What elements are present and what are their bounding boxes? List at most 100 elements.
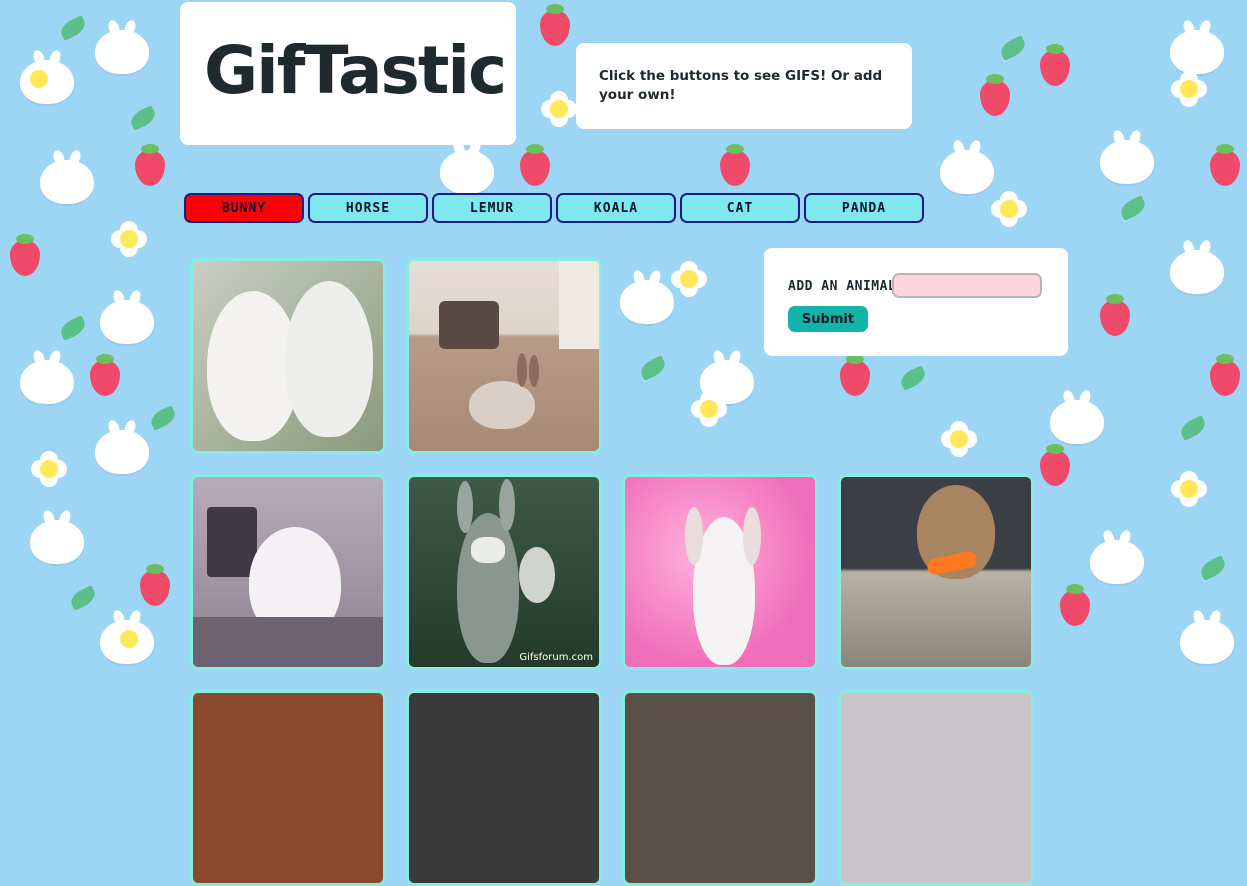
animal-button-lemur[interactable]: lemur [432,193,552,223]
gif-image [841,693,1031,883]
strawberry-decoration [90,354,120,396]
bunny-figure [285,281,373,437]
instructions-card: Click the buttons to see GIFS! Or add yo… [576,43,912,129]
strawberry-decoration [840,354,870,396]
gif-image [193,693,383,883]
animal-button-cat[interactable]: cat [680,193,800,223]
bunny-decoration [100,300,154,344]
bunny-ear [743,507,761,565]
leaf-decoration [1197,555,1229,581]
submit-button[interactable]: Submit [788,306,868,332]
animal-button-horse[interactable]: horse [308,193,428,223]
animal-button-bunny[interactable]: bunny [184,193,304,223]
animal-button-panda[interactable]: panda [804,193,924,223]
bunny-decoration [1100,140,1154,184]
leaf-decoration [147,405,179,431]
strawberry-decoration [1210,144,1240,186]
bunny-decoration [1170,250,1224,294]
strawberry-decoration [520,144,550,186]
bunny-ear [517,353,527,387]
flower-decoration [950,430,968,448]
strawberry-decoration [1210,354,1240,396]
add-animal-label: ADD AN ANIMAL [788,279,897,294]
monitor [207,507,257,577]
flower-decoration [40,460,58,478]
gif-image [193,261,383,451]
flower-decoration [120,630,138,648]
leaf-decoration [57,15,89,41]
door [559,261,599,349]
strawberry-decoration [540,4,570,46]
gif-image [409,693,599,883]
flower-decoration [1180,480,1198,498]
strawberry-decoration [1060,584,1090,626]
gif-image [409,261,599,451]
bunny-figure [469,381,535,429]
toilet-paper [519,547,555,603]
gif-image [193,477,383,667]
gif-item[interactable] [838,474,1034,670]
bunny-costume [457,513,519,663]
bunny-decoration [1170,30,1224,74]
bunny-decoration [95,430,149,474]
flower-decoration [30,70,48,88]
bunny-decoration [95,30,149,74]
animal-button-koala[interactable]: koala [556,193,676,223]
gif-watermark: Gifsforum.com [519,652,593,663]
add-animal-form: ADD AN ANIMAL Submit [764,248,1068,356]
gif-item[interactable] [190,258,386,454]
title-card: GifTastic [180,2,516,145]
flower-decoration [680,270,698,288]
strawberry-decoration [1040,44,1070,86]
bunny-ear [457,481,473,533]
bunny-decoration [700,360,754,404]
gif-item[interactable] [622,690,818,886]
bunny-ear [529,355,539,387]
costume-face [471,537,505,563]
instructions-text: Click the buttons to see GIFS! Or add yo… [599,68,883,103]
page-title: GifTastic [204,32,507,109]
bunny-decoration [620,280,674,324]
flower-decoration [550,100,568,118]
strawberry-decoration [135,144,165,186]
leaf-decoration [67,585,99,611]
clothes [439,301,499,349]
strawberry-decoration [10,234,40,276]
leaf-decoration [1177,415,1209,441]
bunny-decoration [1090,540,1144,584]
strawberry-decoration [140,564,170,606]
gif-item[interactable]: Gifsforum.com [406,474,602,670]
bunny-decoration [20,360,74,404]
strawberry-decoration [1100,294,1130,336]
bunny-decoration [1050,400,1104,444]
flower-decoration [120,230,138,248]
strawberry-decoration [1040,444,1070,486]
bunny-ear [499,479,515,531]
flower-decoration [1000,200,1018,218]
gif-image [625,477,815,667]
desk [193,617,383,667]
gif-item[interactable] [838,690,1034,886]
gif-item[interactable] [406,690,602,886]
animal-button-row: bunny horse lemur koala cat panda [184,193,924,223]
add-animal-input[interactable] [892,273,1042,298]
flower-decoration [700,400,718,418]
gif-item[interactable] [190,690,386,886]
bunny-ear [685,507,703,565]
leaf-decoration [997,35,1029,61]
leaf-decoration [897,365,929,391]
gif-item[interactable] [622,474,818,670]
gif-image [409,477,599,667]
flower-decoration [1180,80,1198,98]
leaf-decoration [637,355,669,381]
strawberry-decoration [720,144,750,186]
gif-image [841,477,1031,667]
leaf-decoration [1117,195,1149,221]
gif-item[interactable] [406,258,602,454]
bunny-decoration [1180,620,1234,664]
bunny-decoration [40,160,94,204]
gif-item[interactable] [190,474,386,670]
bunny-decoration [440,150,494,194]
bunny-decoration [940,150,994,194]
gif-image [625,693,815,883]
